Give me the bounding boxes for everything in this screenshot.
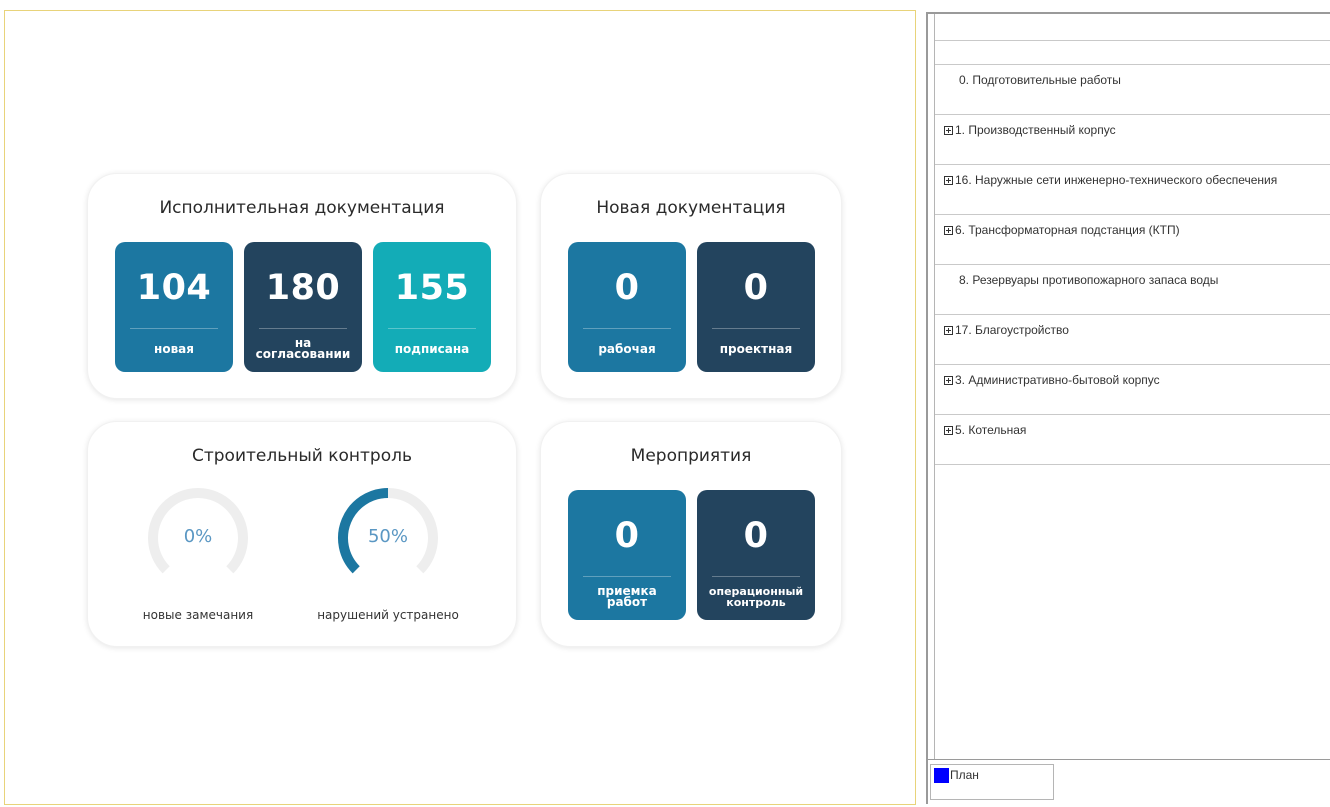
tile-on-approval[interactable]: 180 на согласовании: [244, 242, 362, 372]
construction-control-title: Строительный контроль: [191, 446, 412, 466]
dashboard-frame: Исполнительная документация 104 новая 18…: [4, 10, 916, 805]
expand-plus-icon[interactable]: [944, 326, 953, 335]
gauge-violations-fixed-percent: 50%: [367, 526, 408, 547]
expand-plus-icon[interactable]: [944, 426, 953, 435]
tile-new-value: 104: [136, 268, 212, 308]
executive-docs-title: Исполнительная документация: [159, 198, 445, 218]
tile-new[interactable]: 104 новая: [115, 242, 233, 372]
tile-working[interactable]: 0 рабочая: [568, 242, 686, 372]
expand-plus-icon[interactable]: [944, 126, 953, 135]
tree-item[interactable]: 17. Благоустройство: [935, 315, 1330, 365]
expand-plus-icon[interactable]: [944, 176, 953, 185]
tile-work-acceptance-label: приемка работ: [597, 584, 657, 609]
tile-separator: [583, 576, 671, 577]
chart-legend: План: [930, 764, 1054, 800]
tile-operational-control[interactable]: 0 операционный контроль: [697, 490, 815, 620]
gauge-violations-fixed-caption: нарушений устранено: [317, 608, 459, 622]
object-tree: 0. Подготовительные работы 1. Производст…: [934, 14, 1330, 760]
tile-project-value: 0: [743, 268, 769, 308]
tile-separator: [583, 328, 671, 329]
tree-item[interactable]: 6. Трансформаторная подстанция (КТП): [935, 215, 1330, 265]
legend-divider: [928, 759, 1330, 760]
tree-header-line: [935, 40, 1330, 41]
tile-signed[interactable]: 155 подписана: [373, 242, 491, 372]
tile-working-value: 0: [614, 268, 640, 308]
tile-separator: [712, 328, 800, 329]
tree-item[interactable]: 1. Производственный корпус: [935, 115, 1330, 165]
tile-signed-label: подписана: [394, 341, 470, 356]
tree-item[interactable]: 8. Резервуары противопожарного запаса во…: [935, 265, 1330, 315]
tree-item-label: 6. Трансформаторная подстанция (КТП): [955, 223, 1180, 237]
tile-project[interactable]: 0 проектная: [697, 242, 815, 372]
events-title: Мероприятия: [630, 446, 752, 466]
tile-new-label: новая: [154, 341, 194, 356]
tile-on-approval-value: 180: [265, 268, 341, 308]
expand-plus-icon[interactable]: [944, 226, 953, 235]
object-tree-panel: 0. Подготовительные работы 1. Производст…: [926, 12, 1330, 804]
construction-control-card: Строительный контроль 0% новые замечания…: [87, 421, 517, 647]
tile-project-label: проектная: [719, 341, 793, 356]
tile-separator: [259, 328, 347, 329]
tile-separator: [130, 328, 218, 329]
tile-work-acceptance[interactable]: 0 приемка работ: [568, 490, 686, 620]
gauge-new-remarks[interactable]: 0%: [138, 486, 258, 586]
tree-item-label: 3. Административно-бытовой корпус: [955, 373, 1160, 387]
tile-separator: [388, 328, 476, 329]
tree-item[interactable]: 0. Подготовительные работы: [935, 65, 1330, 115]
tree-item-label: 8. Резервуары противопожарного запаса во…: [959, 273, 1219, 287]
tile-on-approval-label: на согласовании: [255, 336, 351, 361]
executive-docs-card: Исполнительная документация 104 новая 18…: [87, 173, 517, 399]
tile-operational-control-label: операционный контроль: [708, 585, 804, 609]
tile-work-acceptance-value: 0: [614, 516, 640, 556]
tree-item-label: 1. Производственный корпус: [955, 123, 1116, 137]
new-docs-title: Новая документация: [596, 198, 786, 218]
gauge-violations-fixed[interactable]: 50%: [328, 486, 448, 586]
tile-operational-control-value: 0: [743, 516, 769, 556]
tree-item-label: 16. Наружные сети инженерно-технического…: [955, 173, 1278, 187]
events-card: Мероприятия 0 приемка работ 0 операционн…: [540, 421, 842, 647]
tile-working-label: рабочая: [598, 341, 656, 356]
tree-item[interactable]: 16. Наружные сети инженерно-технического…: [935, 165, 1330, 215]
tree-item-label: 0. Подготовительные работы: [959, 73, 1121, 87]
gauge-new-remarks-percent: 0%: [183, 526, 213, 547]
legend-plan-swatch: [934, 768, 949, 783]
tree-item-label: 17. Благоустройство: [955, 323, 1069, 337]
legend-plan-label: План: [950, 768, 979, 782]
tree-item[interactable]: 3. Административно-бытовой корпус: [935, 365, 1330, 415]
expand-plus-icon[interactable]: [944, 376, 953, 385]
tree-item-label: 5. Котельная: [955, 423, 1027, 437]
tile-signed-value: 155: [394, 268, 470, 308]
tile-separator: [712, 576, 800, 577]
gauge-new-remarks-caption: новые замечания: [142, 608, 254, 622]
tree-item[interactable]: 5. Котельная: [935, 415, 1330, 465]
new-docs-card: Новая документация 0 рабочая 0 проектная: [540, 173, 842, 399]
